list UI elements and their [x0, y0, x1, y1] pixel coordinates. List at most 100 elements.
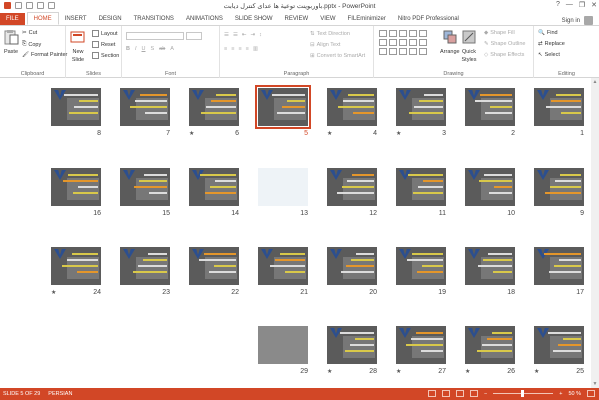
slide-thumbnail[interactable]: 26 ★ [465, 326, 515, 375]
layout-button[interactable]: Layout [92, 30, 118, 37]
increase-indent-icon[interactable]: ⇥ [250, 32, 255, 38]
slide-thumbnail[interactable]: 18 [465, 247, 515, 296]
align-right-icon[interactable]: ≡ [238, 46, 241, 52]
slide-thumbnail[interactable]: 21 [258, 247, 308, 296]
quick-styles-button[interactable]: Quick Styles [461, 29, 477, 63]
tab-insert[interactable]: INSERT [59, 13, 93, 25]
tab-home[interactable]: HOME [26, 12, 59, 25]
align-text-button[interactable]: ⊟ Align Text [310, 42, 340, 48]
slide-thumbnail[interactable]: 24 ★ [51, 247, 101, 296]
heart-shape-icon[interactable] [409, 48, 417, 55]
bullets-icon[interactable]: ☰ [224, 32, 229, 38]
minimize-button[interactable]: — [566, 1, 573, 9]
scroll-up-arrow-icon[interactable]: ▲ [591, 78, 599, 86]
sign-in-link[interactable]: Sign in [562, 18, 580, 24]
shape-effects-button[interactable]: ◇ Shape Effects [484, 52, 524, 58]
arrow-shape-icon[interactable] [399, 30, 407, 37]
zoom-out-icon[interactable]: − [484, 391, 487, 397]
tab-view[interactable]: VIEW [314, 13, 341, 25]
transition-star-icon[interactable]: ★ [189, 130, 194, 137]
slide-thumbnail[interactable]: 19 [396, 247, 446, 296]
slide-thumbnail[interactable]: 16 [51, 168, 101, 217]
brace-shape-icon[interactable] [419, 39, 427, 46]
oval-shape-icon[interactable] [409, 30, 417, 37]
slideshow-view-icon[interactable] [470, 390, 479, 397]
shape-outline-button[interactable]: ✎ Shape Outline [484, 41, 525, 47]
transition-star-icon[interactable]: ★ [396, 130, 401, 137]
slide-thumbnail[interactable]: 10 [465, 168, 515, 217]
replace-button[interactable]: ⇄ Replace [538, 41, 565, 47]
zoom-slider[interactable] [493, 390, 554, 397]
star-shape-icon[interactable] [409, 39, 417, 46]
italic-icon[interactable]: I [135, 46, 137, 52]
slide-thumbnail[interactable]: 11 [396, 168, 446, 217]
tab-design[interactable]: DESIGN [93, 13, 128, 25]
vertical-scrollbar[interactable]: ▲ ▼ [591, 78, 599, 388]
columns-icon[interactable]: ▥ [253, 46, 258, 52]
copy-button[interactable]: ⎘ Copy [22, 41, 41, 48]
slide-thumbnail[interactable]: 27 ★ [396, 326, 446, 375]
connector-shape-icon[interactable] [389, 39, 397, 46]
transition-star-icon[interactable]: ★ [327, 130, 332, 137]
slide-thumbnail[interactable]: 8 [51, 88, 101, 137]
rectangle-shape-icon[interactable] [379, 30, 387, 37]
slide-thumbnail[interactable]: 14 [189, 168, 239, 217]
transition-star-icon[interactable]: ★ [396, 368, 401, 375]
align-left-icon[interactable]: ≡ [224, 46, 227, 52]
rounded-rect-shape-icon[interactable] [379, 39, 387, 46]
new-slide-button[interactable]: New Slide [70, 29, 86, 63]
find-button[interactable]: 🔍 Find [538, 30, 558, 36]
zoom-level[interactable]: 50 % [568, 391, 581, 397]
tab-nitro-pdf[interactable]: Nitro PDF Professional [392, 13, 465, 25]
slide-thumbnail[interactable]: 25 ★ [534, 326, 584, 375]
tab-transitions[interactable]: TRANSITIONS [128, 13, 180, 25]
slide-thumbnail[interactable]: 13 [258, 168, 308, 217]
transition-star-icon[interactable]: ★ [534, 368, 539, 375]
tab-slide-show[interactable]: SLIDE SHOW [229, 13, 279, 25]
transition-star-icon[interactable]: ★ [51, 289, 56, 296]
transition-star-icon[interactable]: ★ [465, 368, 470, 375]
avatar-icon[interactable] [584, 16, 593, 25]
textbox-shape-icon[interactable] [389, 48, 397, 55]
restore-button[interactable]: ❐ [579, 1, 585, 9]
slide-thumbnail[interactable]: 20 [327, 247, 377, 296]
zoom-in-icon[interactable]: + [559, 391, 562, 397]
tab-file[interactable]: FILE [0, 13, 25, 25]
normal-view-icon[interactable] [428, 390, 437, 397]
arrange-button[interactable]: Arrange [440, 29, 460, 55]
fit-to-window-icon[interactable] [587, 390, 595, 397]
slide-thumbnail[interactable]: 3 ★ [396, 88, 446, 137]
cut-button[interactable]: ✂ Cut [22, 30, 37, 36]
tab-review[interactable]: REVIEW [279, 13, 315, 25]
font-size-combo[interactable] [186, 32, 202, 40]
reading-view-icon[interactable] [456, 390, 465, 397]
slide-thumbnail[interactable]: 6 ★ [189, 88, 239, 137]
font-name-combo[interactable] [126, 32, 184, 40]
callout-shape-icon[interactable] [379, 48, 387, 55]
slide-thumbnail[interactable]: 15 [120, 168, 170, 217]
text-direction-button[interactable]: ⇅ Text Direction [310, 31, 350, 37]
paste-button[interactable]: Paste [3, 29, 19, 55]
more-shapes-icon[interactable] [419, 48, 427, 55]
slide-thumbnail[interactable]: 9 [534, 168, 584, 217]
slide-thumbnail[interactable]: 7 [120, 88, 170, 137]
slide-thumbnail[interactable]: 4 ★ [327, 88, 377, 137]
help-button[interactable]: ? [556, 1, 560, 9]
slide-thumbnail[interactable]: 2 [465, 88, 515, 137]
slide-thumbnail[interactable]: 28 ★ [327, 326, 377, 375]
justify-icon[interactable]: ≡ [246, 46, 249, 52]
line-spacing-icon[interactable]: ↕ [259, 32, 262, 38]
font-color-icon[interactable]: A [170, 46, 174, 52]
tab-fileminimizer[interactable]: FILEminimizer [342, 13, 392, 25]
select-button[interactable]: ↖ Select [538, 52, 560, 58]
strikethrough-icon[interactable]: ab [159, 46, 165, 52]
align-center-icon[interactable]: ≡ [231, 46, 234, 52]
slide-thumbnail[interactable]: 29 [258, 326, 308, 375]
slide-thumbnail[interactable]: 17 [534, 247, 584, 296]
format-painter-button[interactable]: 🖌 Format Painter [22, 52, 67, 58]
slide-thumbnail[interactable]: 5 [255, 85, 311, 137]
close-button[interactable]: ✕ [591, 1, 597, 9]
curve-shape-icon[interactable] [399, 39, 407, 46]
language-status[interactable]: PERSIAN [48, 391, 72, 397]
reset-button[interactable]: Reset [92, 41, 115, 48]
